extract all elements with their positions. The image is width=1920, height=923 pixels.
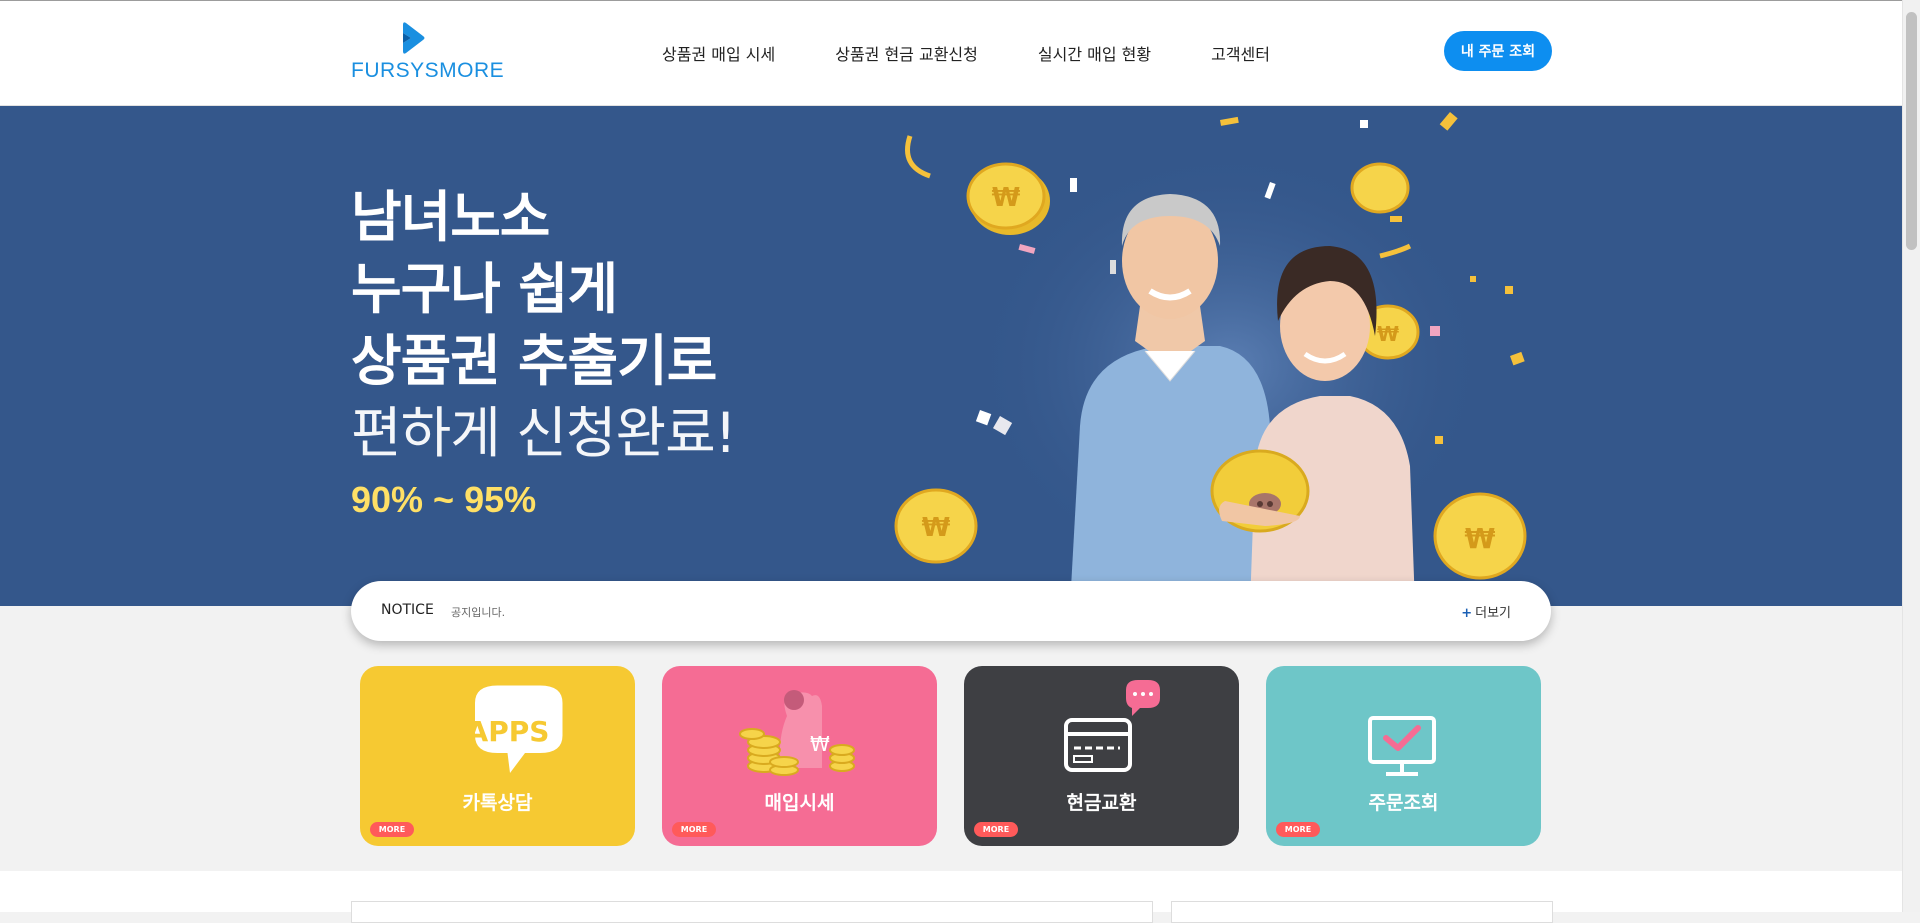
- card-cash-exchange[interactable]: 현금교환 MORE: [964, 666, 1239, 846]
- hero-rate: 90% ~ 95%: [351, 479, 537, 520]
- main-nav: 상품권 매입 시세 상품권 현금 교환신청 실시간 매입 현황 고객센터: [662, 41, 1330, 65]
- hero-line-1: 남녀노소: [351, 185, 550, 249]
- more-badge[interactable]: MORE: [370, 822, 414, 837]
- hero-line-2: 누구나 쉽게: [351, 257, 618, 321]
- card-order-lookup[interactable]: 주문조회 MORE: [1266, 666, 1541, 846]
- card-title: 매입시세: [764, 792, 835, 814]
- nav-item-rates[interactable]: 상품권 매입 시세: [662, 41, 775, 65]
- hero-line-4: 편하게 신청완료!: [351, 401, 737, 465]
- svg-text:₩: ₩: [992, 183, 1021, 213]
- hero-text: 남녀노소 누구나 쉽게 상품권 추출기로 편하게 신청완료! 90% ~ 95%: [351, 181, 737, 521]
- logo-arrow-icon: [403, 22, 425, 54]
- nav-item-realtime[interactable]: 실시간 매입 현황: [1038, 41, 1151, 65]
- svg-text:₩: ₩: [1377, 322, 1399, 346]
- card-title: 현금교환: [1066, 792, 1137, 814]
- card-icon: [1064, 680, 1160, 772]
- hero-illustration: ₩ ₩ ₩ ₩: [894, 111, 1527, 606]
- svg-text:₩: ₩: [922, 513, 951, 543]
- hero-line-3: 상품권 추출기로: [351, 329, 717, 393]
- coins-bag-icon: ₩: [739, 690, 855, 776]
- nav-item-exchange[interactable]: 상품권 현금 교환신청: [835, 41, 978, 65]
- logo[interactable]: FURSYSMORE: [351, 21, 504, 85]
- scrollbar-thumb[interactable]: [1906, 12, 1917, 250]
- more-badge[interactable]: MORE: [672, 822, 716, 837]
- logo-text: FURSYSMORE: [351, 59, 505, 82]
- content-box-left: [351, 901, 1153, 923]
- svg-text:₩: ₩: [1465, 522, 1496, 555]
- card-title: 카톡상담: [462, 792, 533, 814]
- card-kakao-chat[interactable]: APPS 카톡상담 MORE: [360, 666, 635, 846]
- svg-text:APPS: APPS: [467, 715, 550, 748]
- page-scrollbar[interactable]: [1902, 0, 1920, 912]
- notice-label: NOTICE: [381, 602, 434, 618]
- my-order-button[interactable]: 내 주문 조회: [1444, 31, 1552, 71]
- notice-more-link[interactable]: + 더보기: [1461, 602, 1511, 621]
- card-buy-rates[interactable]: ₩ 매입시세 MORE: [662, 666, 937, 846]
- hero-banner: 남녀노소 누구나 쉽게 상품권 추출기로 편하게 신청완료! 90% ~ 95%: [0, 106, 1903, 606]
- notice-more-label: 더보기: [1475, 606, 1511, 621]
- site-header: FURSYSMORE 상품권 매입 시세 상품권 현금 교환신청 실시간 매입 …: [0, 1, 1903, 106]
- card-title: 주문조회: [1368, 792, 1439, 814]
- notice-text[interactable]: 공지입니다.: [451, 604, 505, 620]
- nav-item-support[interactable]: 고객센터: [1211, 41, 1270, 65]
- content-box-right: [1171, 901, 1553, 923]
- plus-icon: +: [1461, 606, 1473, 621]
- more-badge[interactable]: MORE: [974, 822, 1018, 837]
- monitor-check-icon: [1368, 716, 1436, 776]
- chat-bubble-icon: APPS: [467, 685, 563, 773]
- notice-bar: NOTICE 공지입니다. + 더보기: [351, 581, 1551, 641]
- more-badge[interactable]: MORE: [1276, 822, 1320, 837]
- svg-text:₩: ₩: [810, 732, 830, 756]
